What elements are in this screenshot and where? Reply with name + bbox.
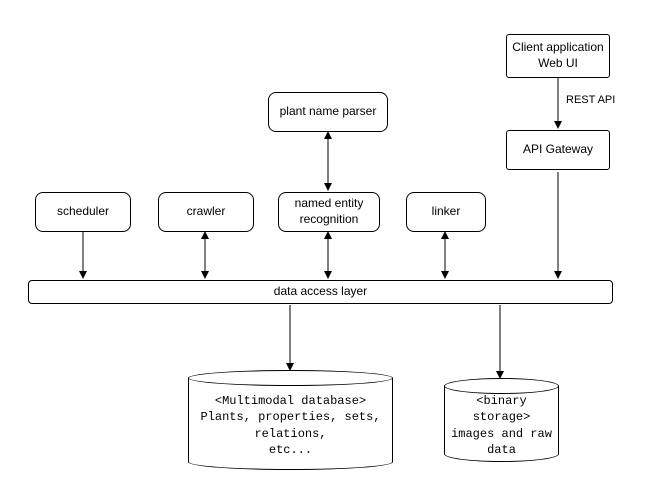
node-plant-name-parser: plant name parser (268, 92, 388, 132)
node-crawler: crawler (158, 192, 254, 232)
node-linker: linker (406, 192, 486, 232)
multimodal-tag: <Multimodal database> (200, 393, 380, 409)
node-scheduler: scheduler (35, 192, 131, 232)
node-client-application: Client application Web UI (506, 34, 610, 78)
binary-desc: images and raw data (451, 426, 552, 458)
multimodal-desc: Plants, properties, sets, relations, etc… (200, 409, 380, 458)
node-api-gateway: API Gateway (506, 130, 610, 170)
client-line2: Web UI (512, 56, 603, 72)
node-binary-storage: <binary storage> images and raw data (444, 378, 559, 462)
node-data-access-layer: data access layer (28, 280, 613, 304)
node-multimodal-database: <Multimodal database> Plants, properties… (188, 370, 393, 470)
binary-tag: <binary storage> (451, 393, 552, 425)
client-line1: Client application (512, 40, 603, 56)
node-ner: named entity recognition (278, 192, 380, 232)
edge-label-rest-api: REST API (566, 94, 615, 106)
